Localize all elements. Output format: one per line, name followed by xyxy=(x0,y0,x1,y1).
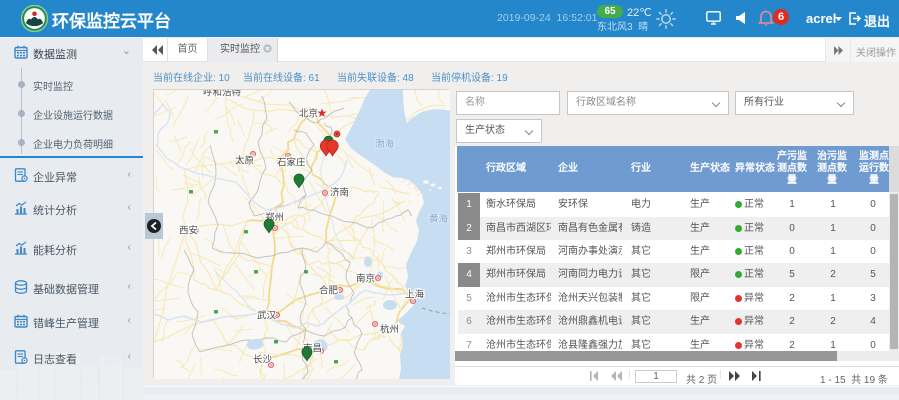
svg-text:渤海: 渤海 xyxy=(375,138,395,150)
svg-text:杭州: 杭州 xyxy=(380,324,399,336)
svg-text:黄海: 黄海 xyxy=(429,213,449,225)
svg-text:武汉: 武汉 xyxy=(257,310,277,322)
svg-text:西安: 西安 xyxy=(179,225,198,237)
svg-text:呼和浩特: 呼和浩特 xyxy=(203,90,242,99)
svg-text:太原: 太原 xyxy=(235,155,254,167)
svg-text:北京: 北京 xyxy=(299,108,318,120)
svg-text:上海: 上海 xyxy=(405,289,425,301)
svg-text:济南: 济南 xyxy=(330,187,349,199)
svg-text:石家庄: 石家庄 xyxy=(277,157,306,169)
svg-text:合肥: 合肥 xyxy=(319,285,339,297)
svg-text:长沙: 长沙 xyxy=(253,354,273,366)
svg-text:南京: 南京 xyxy=(356,273,375,285)
